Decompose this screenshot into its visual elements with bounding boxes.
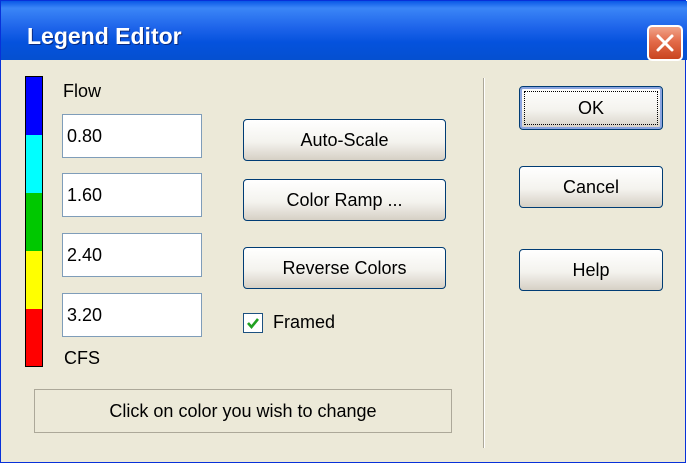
auto-scale-button[interactable]: Auto-Scale bbox=[243, 119, 446, 161]
color-swatch-4[interactable] bbox=[26, 251, 42, 309]
color-swatch-5[interactable] bbox=[26, 309, 42, 366]
color-ramp-label: Color Ramp ... bbox=[286, 190, 403, 210]
breakpoint-input-4[interactable] bbox=[62, 293, 202, 337]
units-label: CFS bbox=[64, 348, 100, 368]
breakpoint-input-2[interactable] bbox=[62, 173, 202, 217]
window-title: Legend Editor bbox=[27, 23, 182, 49]
color-swatch-1[interactable] bbox=[26, 77, 42, 135]
color-ramp-button[interactable]: Color Ramp ... bbox=[243, 179, 446, 221]
legend-name-label: Flow bbox=[63, 81, 102, 101]
vertical-divider bbox=[483, 78, 484, 448]
legend-editor-dialog: Legend Editor Flow CFS Auto-Scale Color … bbox=[0, 0, 687, 463]
close-icon bbox=[656, 34, 674, 52]
close-button[interactable] bbox=[647, 25, 683, 61]
framed-checkbox[interactable] bbox=[243, 313, 263, 333]
reverse-colors-button[interactable]: Reverse Colors bbox=[243, 247, 446, 289]
reverse-colors-label: Reverse Colors bbox=[282, 258, 407, 278]
auto-scale-label: Auto-Scale bbox=[300, 130, 389, 150]
checkmark-icon bbox=[247, 318, 260, 330]
cancel-button[interactable]: Cancel bbox=[519, 166, 663, 208]
color-legend-bar bbox=[25, 76, 43, 367]
help-button[interactable]: Help bbox=[519, 249, 663, 291]
focus-rect bbox=[524, 91, 658, 125]
help-label: Help bbox=[572, 260, 610, 280]
framed-label: Framed bbox=[273, 312, 336, 332]
color-swatch-2[interactable] bbox=[26, 135, 42, 193]
title-bar[interactable]: Legend Editor bbox=[1, 1, 687, 61]
status-message: Click on color you wish to change bbox=[34, 389, 452, 433]
breakpoint-input-3[interactable] bbox=[62, 233, 202, 277]
ok-button[interactable]: OK bbox=[519, 86, 663, 130]
color-swatch-3[interactable] bbox=[26, 193, 42, 251]
breakpoint-input-1[interactable] bbox=[62, 114, 202, 158]
cancel-label: Cancel bbox=[562, 177, 620, 197]
